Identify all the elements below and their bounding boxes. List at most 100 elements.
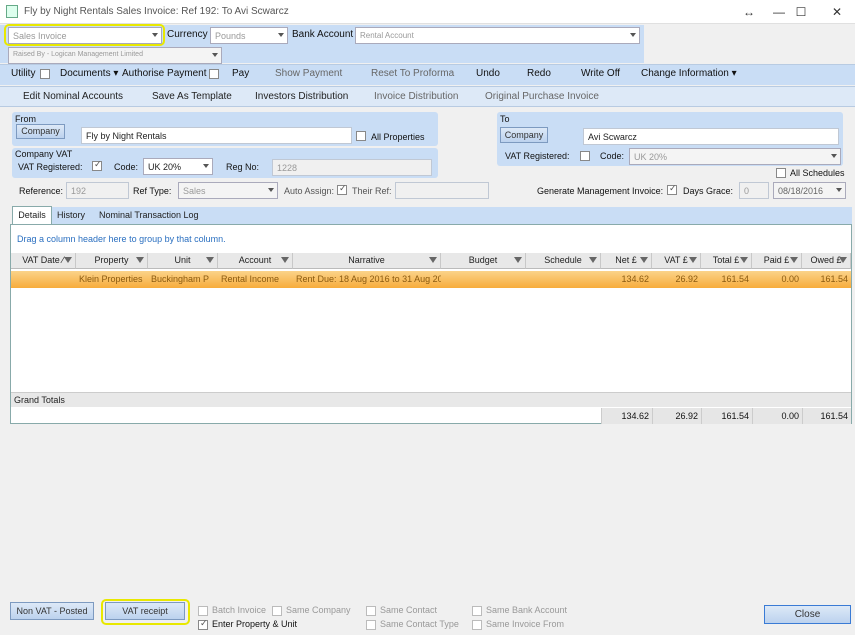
days-grace-field[interactable]: 0 bbox=[739, 182, 769, 199]
all-schedules-checkbox[interactable] bbox=[776, 168, 786, 178]
undo-button[interactable]: Undo bbox=[476, 68, 500, 79]
tab-details[interactable]: Details bbox=[12, 206, 52, 224]
original-purchase-invoice-button[interactable]: Original Purchase Invoice bbox=[485, 91, 599, 102]
ref-type-value: Sales bbox=[183, 186, 206, 196]
tab-history[interactable]: History bbox=[52, 207, 90, 224]
total-vat: 26.92 bbox=[652, 408, 701, 424]
filter-icon[interactable] bbox=[740, 257, 748, 263]
to-vat-code-select[interactable]: UK 20% bbox=[629, 148, 841, 165]
col-vat-date[interactable]: VAT Date ⁄ bbox=[11, 253, 76, 269]
authorise-payment-checkbox[interactable] bbox=[209, 69, 219, 79]
same-company-checkbox[interactable] bbox=[272, 606, 282, 616]
cell-narrative: Rent Due: 18 Aug 2016 to 31 Aug 201 bbox=[296, 274, 441, 284]
raised-by-select[interactable]: Raised By - Logican Management Limited bbox=[8, 47, 222, 64]
filter-icon[interactable] bbox=[589, 257, 597, 263]
col-unit[interactable]: Unit bbox=[148, 253, 218, 269]
reference-field[interactable]: 192 bbox=[66, 182, 129, 199]
bank-account-select[interactable]: Rental Account bbox=[355, 27, 640, 44]
col-property[interactable]: Property bbox=[76, 253, 148, 269]
close-window-button[interactable]: ✕ bbox=[822, 3, 852, 21]
utility-label: Utility bbox=[11, 68, 36, 79]
col-vat[interactable]: VAT £ bbox=[652, 253, 701, 269]
col-net-label: Net £ bbox=[615, 255, 637, 265]
investors-distribution-button[interactable]: Investors Distribution bbox=[255, 91, 348, 102]
same-invoice-from-checkbox[interactable] bbox=[472, 620, 482, 630]
col-schedule-label: Schedule bbox=[544, 255, 582, 265]
resize-icon[interactable]: ↔ bbox=[734, 3, 764, 21]
filter-icon[interactable] bbox=[136, 257, 144, 263]
write-off-button[interactable]: Write Off bbox=[581, 68, 620, 79]
same-bank-account-label: Same Bank Account bbox=[486, 605, 568, 615]
col-narrative[interactable]: Narrative bbox=[293, 253, 441, 269]
bank-account-value: Rental Account bbox=[360, 31, 414, 40]
generate-mgmt-invoice-label: Generate Management Invoice: bbox=[537, 186, 664, 196]
grand-totals-label: Grand Totals bbox=[11, 392, 851, 407]
filter-icon[interactable] bbox=[64, 257, 72, 263]
from-label: From bbox=[15, 114, 36, 124]
chevron-down-icon bbox=[268, 188, 274, 192]
currency-value: Pounds bbox=[215, 31, 246, 41]
ref-type-select[interactable]: Sales bbox=[178, 182, 278, 199]
invoice-distribution-button[interactable]: Invoice Distribution bbox=[374, 91, 458, 102]
to-company-button[interactable]: Company bbox=[500, 127, 548, 143]
change-information-menu[interactable]: Change Information ▾ bbox=[641, 68, 737, 79]
utility-checkbox[interactable] bbox=[40, 69, 50, 79]
to-vat-registered-checkbox[interactable] bbox=[580, 151, 590, 161]
chevron-down-icon bbox=[212, 53, 218, 57]
col-account[interactable]: Account bbox=[218, 253, 293, 269]
filter-icon[interactable] bbox=[429, 257, 437, 263]
to-company-field[interactable]: Avi Scwarcz bbox=[583, 128, 839, 145]
from-company-field[interactable]: Fly by Night Rentals bbox=[81, 127, 352, 144]
vat-receipt-button[interactable]: VAT receipt bbox=[105, 602, 185, 620]
to-code-label: Code: bbox=[600, 151, 625, 161]
all-properties-checkbox[interactable] bbox=[356, 131, 366, 141]
from-company-button[interactable]: Company bbox=[16, 124, 65, 139]
filter-icon[interactable] bbox=[640, 257, 648, 263]
show-payment-button[interactable]: Show Payment bbox=[275, 68, 342, 79]
currency-label: Currency bbox=[167, 29, 208, 40]
chevron-down-icon bbox=[831, 154, 837, 158]
col-paid-label: Paid £ bbox=[763, 255, 790, 265]
generate-mgmt-invoice-checkbox[interactable] bbox=[667, 183, 677, 195]
close-button[interactable]: Close bbox=[764, 605, 851, 624]
tab-nominal-transaction-log[interactable]: Nominal Transaction Log bbox=[90, 207, 852, 224]
pay-button[interactable]: Pay bbox=[232, 68, 249, 79]
save-as-template-button[interactable]: Save As Template bbox=[152, 91, 232, 102]
batch-invoice-checkbox[interactable] bbox=[198, 606, 208, 616]
redo-button[interactable]: Redo bbox=[527, 68, 551, 79]
filter-icon[interactable] bbox=[514, 257, 522, 263]
same-bank-account-checkbox[interactable] bbox=[472, 606, 482, 616]
cell-unit: Buckingham P bbox=[151, 274, 210, 284]
non-vat-posted-button[interactable]: Non VAT - Posted bbox=[10, 602, 94, 620]
same-contact-checkbox[interactable] bbox=[366, 606, 376, 616]
maximize-button[interactable]: ☐ bbox=[786, 3, 816, 21]
edit-nominal-accounts-button[interactable]: Edit Nominal Accounts bbox=[23, 91, 123, 102]
col-schedule[interactable]: Schedule bbox=[526, 253, 601, 269]
vat-code-select[interactable]: UK 20% bbox=[143, 158, 213, 175]
reg-no-field[interactable]: 1228 bbox=[272, 159, 432, 176]
col-owed[interactable]: Owed £ bbox=[802, 253, 851, 269]
col-net[interactable]: Net £ bbox=[601, 253, 652, 269]
invoice-type-select[interactable]: Sales Invoice bbox=[8, 27, 162, 44]
filter-icon[interactable] bbox=[790, 257, 798, 263]
col-budget[interactable]: Budget bbox=[441, 253, 526, 269]
reference-label: Reference: bbox=[19, 186, 64, 196]
filter-icon[interactable] bbox=[839, 257, 847, 263]
documents-menu[interactable]: Documents ▾ bbox=[60, 68, 118, 79]
vat-registered-checkbox[interactable] bbox=[92, 159, 102, 171]
col-total[interactable]: Total £ bbox=[701, 253, 752, 269]
filter-icon[interactable] bbox=[281, 257, 289, 263]
same-contact-type-checkbox[interactable] bbox=[366, 620, 376, 630]
their-ref-field[interactable] bbox=[395, 182, 489, 199]
filter-icon[interactable] bbox=[206, 257, 214, 263]
caret-down-icon: ▾ bbox=[113, 68, 119, 79]
auto-assign-checkbox[interactable] bbox=[337, 183, 347, 195]
same-invoice-from-label: Same Invoice From bbox=[486, 619, 565, 629]
chevron-down-icon bbox=[203, 164, 209, 168]
currency-select[interactable]: Pounds bbox=[210, 27, 288, 44]
col-paid[interactable]: Paid £ bbox=[752, 253, 802, 269]
date-select[interactable]: 08/18/2016 bbox=[773, 182, 846, 199]
enter-property-unit-checkbox[interactable] bbox=[198, 618, 208, 630]
filter-icon[interactable] bbox=[689, 257, 697, 263]
reset-to-proforma-button[interactable]: Reset To Proforma bbox=[371, 68, 454, 79]
